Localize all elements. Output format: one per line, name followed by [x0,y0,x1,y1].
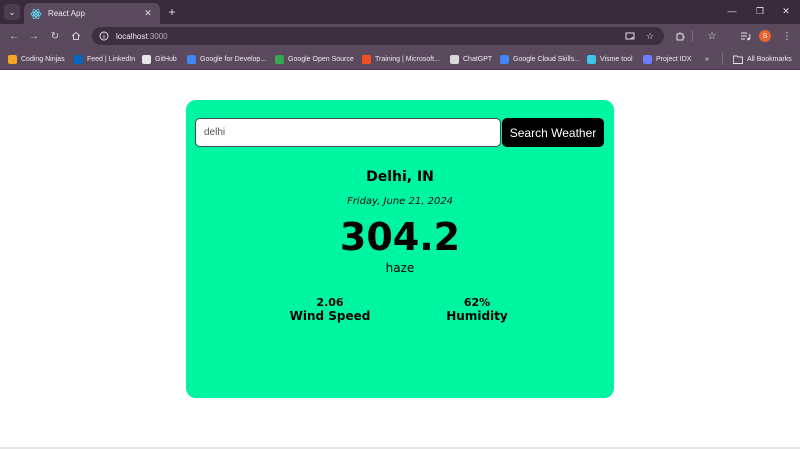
wind-speed-stat: 2.06 Wind Speed [275,296,385,323]
arrow-right-icon: → [29,30,39,42]
bookmark-label: Visme tool [600,55,633,63]
back-button[interactable]: ← [6,28,22,44]
tab-react-app[interactable]: React App ✕ [24,3,160,24]
weather-condition: haze [385,261,415,275]
url-port: :3000 [147,31,168,41]
tab-search-button[interactable]: ⌄ [4,4,20,20]
bookmark-item[interactable]: Google Open Source [275,53,354,65]
new-tab-button[interactable]: + [164,4,180,20]
page-viewport: Search Weather Delhi, IN Friday, June 21… [0,70,800,449]
humidity-value: 62% [463,296,491,309]
bookmark-item[interactable]: Project IDX [643,53,691,65]
bookmark-label: GitHub [155,55,177,63]
temperature-value: 304.2 [339,215,461,259]
bookmark-item[interactable]: GitHub [142,53,177,65]
toolbar-divider [692,30,693,42]
github-icon [142,54,151,64]
url-text: localhost:3000 [116,32,168,41]
cast-icon[interactable] [624,30,636,42]
bookmarks-overflow-button[interactable]: » [705,53,709,65]
chatgpt-icon [450,54,459,64]
city-name: Delhi, IN [366,169,434,185]
all-bookmarks-label: All Bookmarks [747,55,792,63]
menu-button[interactable]: ⋮ [779,28,795,44]
bookmark-item[interactable]: Google Cloud Skills... [500,53,580,65]
minimize-button[interactable]: — [722,3,742,19]
arrow-left-icon: ← [9,30,19,42]
bookmark-label: Training | Microsoft... [375,55,440,63]
bookmark-star-icon[interactable]: ☆ [644,30,656,42]
bookmarks-bar: Coding Ninjas Feed | LinkedIn GitHub Goo… [0,48,800,70]
home-icon [71,31,81,40]
tab-title: React App [48,9,85,18]
site-info-icon[interactable] [98,30,110,42]
profile-initial: S [762,32,768,40]
restore-icon: ❐ [755,5,765,16]
bookmark-label: Coding Ninjas [21,55,65,63]
close-tab-icon[interactable]: ✕ [142,8,154,19]
bookmark-label: Google for Develop... [200,55,267,63]
close-icon: ✕ [782,5,790,16]
puzzle-icon [676,32,684,40]
google-cloud-icon [500,54,509,64]
tab-strip: ⌄ React App ✕ + — ❐ ✕ [0,0,800,24]
bookmark-label: Google Open Source [288,55,354,63]
bookmark-label: Feed | LinkedIn [87,55,136,63]
bookmark-item[interactable]: Training | Microsoft... [362,53,440,65]
close-window-button[interactable]: ✕ [776,3,796,19]
restore-button[interactable]: ❐ [750,3,770,19]
browser-toolbar: ← → ↻ localhost:3000 ☆ ☆ ⋮ [0,24,800,48]
weather-date: Friday, June 21, 2024 [346,196,454,207]
react-logo-icon [30,8,42,20]
home-button[interactable] [68,28,84,44]
chevron-down-icon: ⌄ [8,6,16,17]
city-search-input[interactable] [195,118,501,147]
search-weather-button[interactable]: Search Weather [502,118,604,147]
reload-button[interactable]: ↻ [47,28,63,44]
bookmarks-divider [722,53,723,65]
linkedin-icon [74,54,83,64]
humidity-label: Humidity [446,309,508,323]
bookmark-item[interactable]: Coding Ninjas [8,53,65,65]
media-button[interactable] [737,28,753,44]
star-icon: ☆ [707,30,717,42]
weather-card: Search Weather Delhi, IN Friday, June 21… [186,100,614,398]
microsoft-icon [362,54,371,64]
more-vertical-icon: ⋮ [782,30,792,42]
google-open-source-icon [275,54,284,64]
wind-speed-value: 2.06 [316,296,344,309]
bookmark-item[interactable]: ChatGPT [450,53,492,65]
address-bar[interactable]: localhost:3000 ☆ [92,27,664,45]
bookmark-label: ChatGPT [463,55,493,63]
bookmarks-button[interactable]: ☆ [704,28,720,44]
forward-button[interactable]: → [26,28,42,44]
visme-icon [587,54,596,64]
reload-icon: ↻ [50,30,60,42]
project-idx-icon [643,54,652,64]
plus-icon: + [168,5,176,19]
folder-icon [733,55,743,64]
wind-speed-label: Wind Speed [289,309,371,323]
minimize-icon: — [727,6,737,16]
extensions-button[interactable] [672,28,688,44]
bookmark-label: Google Cloud Skills... [513,55,580,63]
url-host: localhost [116,31,148,41]
all-bookmarks-button[interactable]: All Bookmarks [733,53,792,65]
bookmark-label: Project IDX [656,55,692,63]
bookmark-item[interactable]: Google for Develop... [187,53,266,65]
profile-avatar[interactable]: S [759,30,771,42]
google-icon [187,54,196,64]
double-chevron-right-icon: » [705,55,709,63]
queue-music-icon [740,32,750,40]
bookmark-item[interactable]: Visme tool [587,53,633,65]
bookmark-item[interactable]: Feed | LinkedIn [74,53,135,65]
coding-ninjas-icon [8,54,17,64]
humidity-stat: 62% Humidity [422,296,532,323]
